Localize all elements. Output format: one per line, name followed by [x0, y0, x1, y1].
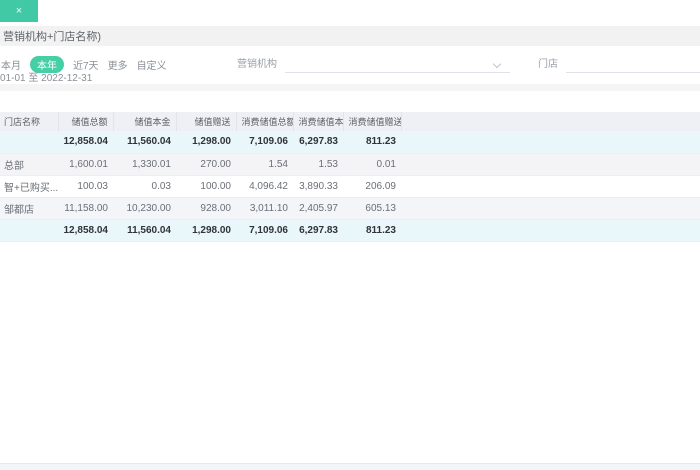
column-header: 消费储值赠送金 — [343, 112, 401, 131]
store-name-cell: 邹都店 — [0, 197, 58, 219]
org-select[interactable]: 营销机构 — [237, 53, 510, 73]
value-cell: 1.53 — [293, 153, 343, 175]
value-cell: 811.23 — [343, 219, 401, 241]
close-icon[interactable]: × — [16, 6, 22, 17]
chevron-down-icon — [493, 60, 501, 68]
org-select-label: 营销机构 — [237, 55, 277, 73]
table-row[interactable]: 总部1,600.011,330.01270.001.541.530.01 — [0, 153, 700, 175]
table-row[interactable]: 12,858.0411,560.041,298.007,109.066,297.… — [0, 131, 700, 153]
column-header: 储值赠送 — [176, 112, 236, 131]
value-cell: 3,011.10 — [236, 197, 293, 219]
column-header: 消费储值本金 — [293, 112, 343, 131]
store-select[interactable]: 门店 — [538, 53, 700, 73]
value-cell: 270.00 — [176, 153, 236, 175]
value-cell: 1,330.01 — [113, 153, 176, 175]
value-cell: 11,158.00 — [58, 197, 113, 219]
value-cell: 1,600.01 — [58, 153, 113, 175]
value-cell: 7,109.06 — [236, 131, 293, 153]
table-row[interactable]: 邹都店11,158.0010,230.00928.003,011.102,405… — [0, 197, 700, 219]
title-bar: 营销机构+门店名称) — [0, 26, 700, 46]
org-select-input[interactable] — [285, 53, 510, 73]
value-cell: 928.00 — [176, 197, 236, 219]
value-cell: 100.03 — [58, 175, 113, 197]
table-header-row: 门店名称储值总额储值本金储值赠送消费储值总额消费储值本金消费储值赠送金 — [0, 112, 700, 131]
date-range-text[interactable]: 01-01 至 2022-12-31 — [0, 69, 92, 84]
value-cell: 100.00 — [176, 175, 236, 197]
table-row[interactable]: 智+已购买...100.030.03100.004,096.423,890.33… — [0, 175, 700, 197]
value-cell: 0.03 — [113, 175, 176, 197]
value-cell: 206.09 — [343, 175, 401, 197]
value-cell: 11,560.04 — [113, 219, 176, 241]
value-cell: 4,096.42 — [236, 175, 293, 197]
column-header: 门店名称 — [0, 112, 58, 131]
value-cell: 7,109.06 — [236, 219, 293, 241]
page-title: 营销机构+门店名称) — [0, 28, 101, 44]
report-table: 门店名称储值总额储值本金储值赠送消费储值总额消费储值本金消费储值赠送金 12,8… — [0, 112, 700, 242]
value-cell: 1,298.00 — [176, 219, 236, 241]
table-row[interactable]: 12,858.0411,560.041,298.007,109.066,297.… — [0, 219, 700, 241]
store-select-input[interactable] — [566, 53, 700, 73]
report-screen: × 营销机构+门店名称) 本月本年近7天更多自定义 01-01 至 2022-1… — [0, 0, 700, 470]
column-header-filler — [401, 112, 700, 131]
store-name-cell: 总部 — [0, 153, 58, 175]
value-cell: 811.23 — [343, 131, 401, 153]
value-cell: 11,560.04 — [113, 131, 176, 153]
report-tab[interactable]: × — [0, 0, 38, 22]
value-cell: 1.54 — [236, 153, 293, 175]
value-cell: 12,858.04 — [58, 131, 113, 153]
value-cell: 10,230.00 — [113, 197, 176, 219]
section-divider — [0, 84, 700, 91]
filler-cell — [401, 219, 700, 241]
column-header: 储值总额 — [58, 112, 113, 131]
report-table-body: 12,858.0411,560.041,298.007,109.066,297.… — [0, 131, 700, 241]
store-name-cell — [0, 131, 58, 153]
value-cell: 2,405.97 — [293, 197, 343, 219]
filler-cell — [401, 175, 700, 197]
filler-cell — [401, 153, 700, 175]
filler-cell — [401, 131, 700, 153]
value-cell: 6,297.83 — [293, 131, 343, 153]
quick-range[interactable]: 更多 — [108, 57, 128, 72]
value-cell: 0.01 — [343, 153, 401, 175]
value-cell: 1,298.00 — [176, 131, 236, 153]
value-cell: 12,858.04 — [58, 219, 113, 241]
value-cell: 3,890.33 — [293, 175, 343, 197]
store-select-label: 门店 — [538, 55, 558, 73]
store-name-cell — [0, 219, 58, 241]
store-name-cell: 智+已购买... — [0, 175, 58, 197]
column-header: 储值本金 — [113, 112, 176, 131]
bottom-scrollbar-track[interactable] — [0, 463, 700, 470]
value-cell: 605.13 — [343, 197, 401, 219]
quick-range[interactable]: 自定义 — [137, 57, 167, 72]
column-header: 消费储值总额 — [236, 112, 293, 131]
value-cell: 6,297.83 — [293, 219, 343, 241]
filler-cell — [401, 197, 700, 219]
